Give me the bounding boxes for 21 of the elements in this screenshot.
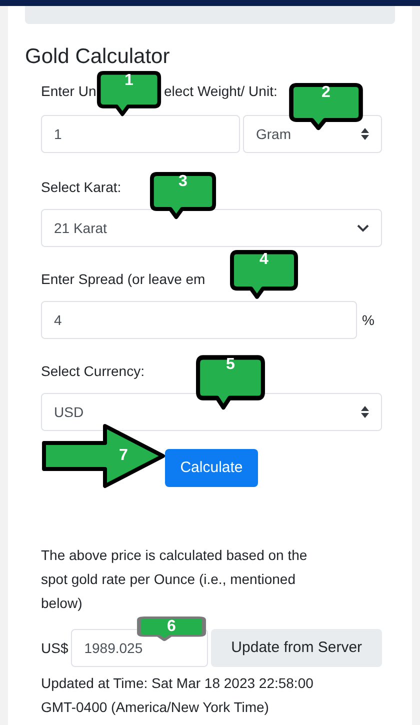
weight-input[interactable]: 1 [41, 115, 240, 153]
up-down-icon [361, 406, 369, 418]
spread-input[interactable]: 4 [41, 301, 357, 339]
karat-label: Select Karat: [41, 178, 122, 197]
currency-select[interactable]: USD [41, 393, 382, 431]
numbered-callout: 6 [136, 616, 207, 642]
spread-label: Enter Spread (or leave em [41, 270, 206, 289]
weight-label: Enter Un [41, 83, 96, 99]
chevron-down-icon [357, 224, 369, 232]
update-button[interactable]: Update from Server [211, 629, 382, 667]
currency-prefix: US$ [41, 638, 68, 658]
updated-time: Updated at Time: Sat Mar 18 2023 22:58:00 GMT-0400 (America/New York Time) [41, 674, 314, 717]
karat-select[interactable]: 21 Karat [41, 209, 382, 247]
calculator-title: Gold Calculator [25, 44, 171, 70]
up-down-icon [361, 128, 369, 140]
weight-label: elect Weight/ Unit: [164, 83, 278, 99]
percent-sign: % [362, 310, 374, 330]
calculate-button[interactable]: Calculate [165, 449, 258, 487]
currency-label: Select Currency: [41, 362, 144, 381]
numbered-arrow: 7 [41, 423, 167, 489]
price-note: The above price is calculated based on the spot gold rate per Ounce (i.e., mentioned below) [41, 546, 308, 613]
